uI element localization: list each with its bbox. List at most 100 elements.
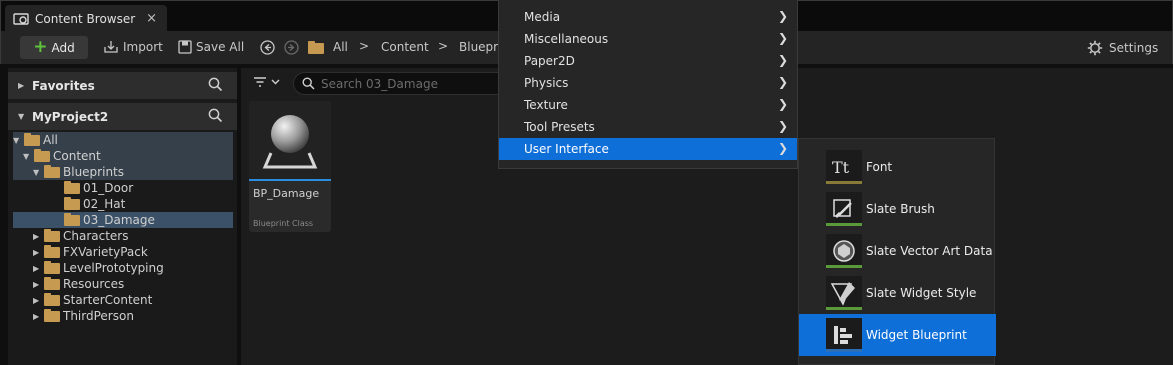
project-label: MyProject2 <box>32 109 109 124</box>
search-icon[interactable] <box>208 77 223 92</box>
folder-icon <box>44 308 60 322</box>
breadcrumb-separator-icon: > <box>438 39 449 53</box>
back-icon[interactable] <box>260 40 275 55</box>
asset-tile[interactable]: BP_Damage Blueprint Class <box>249 101 331 232</box>
folder-icon <box>64 212 80 226</box>
collapsed-arrow-icon[interactable]: ▶ <box>33 280 41 289</box>
asset-thumbnail <box>249 101 331 179</box>
menu-item-label: User Interface <box>524 142 609 156</box>
menu-item-physics[interactable]: Physics ❯ <box>499 72 797 94</box>
breadcrumb-folder-icon <box>308 41 324 54</box>
asset-search-input[interactable]: Search 03_Damage <box>293 72 513 95</box>
tree-item-label: StarterContent <box>63 293 153 307</box>
close-tab-icon[interactable]: × <box>146 11 157 26</box>
breadcrumb-separator-icon: > <box>359 39 370 53</box>
tree-item[interactable]: 01_Door <box>13 180 233 196</box>
submenu-item-label: Font <box>866 160 893 174</box>
save-icon <box>178 40 192 54</box>
asset-color-bar <box>826 307 862 310</box>
tree-item-label: All <box>43 133 58 147</box>
save-all-label: Save All <box>196 40 245 54</box>
svg-text:Tt: Tt <box>832 158 850 177</box>
open-folder-icon <box>24 132 40 146</box>
filter-icon <box>254 77 266 87</box>
import-button[interactable]: Import <box>103 40 163 54</box>
menu-item-label: Tool Presets <box>524 120 595 134</box>
folder-icon <box>44 276 60 290</box>
submenu-item-widget-blueprint[interactable]: Widget Blueprint <box>799 314 996 356</box>
tree-item[interactable]: ▼ Blueprints <box>13 164 233 180</box>
font-icon: Tt <box>826 150 862 184</box>
expanded-arrow-icon[interactable]: ▼ <box>33 168 41 177</box>
user-interface-submenu: Tt Font Slate Brush Slate Vector Art Data Sl… <box>798 138 996 365</box>
tree-item[interactable]: 02_Hat <box>13 196 233 212</box>
add-button-label: Add <box>51 40 75 55</box>
add-button[interactable]: + Add <box>20 36 88 59</box>
expanded-arrow-icon[interactable]: ▼ <box>13 136 21 145</box>
menu-item-label: Paper2D <box>524 54 575 68</box>
asset-type-bar <box>249 179 331 181</box>
collapsed-arrow-icon[interactable]: ▶ <box>33 248 41 257</box>
expanded-arrow-icon[interactable]: ▼ <box>23 152 31 161</box>
tree-item-label: Content <box>53 149 101 163</box>
collapsed-arrow-icon[interactable]: ▶ <box>33 312 41 321</box>
submenu-item-slate-brush[interactable]: Slate Brush <box>799 188 996 230</box>
tree-item[interactable]: ▶ ThirdPerson <box>13 308 233 324</box>
submenu-item-slate-vector-art-data[interactable]: Slate Vector Art Data <box>799 230 996 272</box>
tree-item-label: Characters <box>63 229 129 243</box>
save-all-button[interactable]: Save All <box>178 40 244 54</box>
tree-item-label: 01_Door <box>83 181 134 195</box>
menu-item-texture[interactable]: Texture ❯ <box>499 94 797 116</box>
menu-item-user-interface[interactable]: User Interface ❯ <box>499 138 797 160</box>
tree-item[interactable]: ▶ FXVarietyPack <box>13 244 233 260</box>
folder-icon <box>64 180 80 194</box>
widget-style-icon <box>826 276 862 310</box>
tree-item[interactable]: ▼ All <box>13 132 233 148</box>
asset-color-bar <box>826 265 862 268</box>
chevron-right-icon: ❯ <box>777 119 788 133</box>
collapsed-arrow-icon[interactable]: ▶ <box>33 264 41 273</box>
submenu-item-label: Slate Widget Style <box>866 286 977 300</box>
tree-item[interactable]: ▼ Content <box>13 148 233 164</box>
breadcrumb-content[interactable]: Content <box>381 40 429 54</box>
collapsed-arrow-icon[interactable]: ▶ <box>33 232 41 241</box>
menu-item-media[interactable]: Media ❯ <box>499 6 797 28</box>
collapsed-arrow-icon: ▶ <box>18 81 25 90</box>
tree-item[interactable]: ▶ StarterContent <box>13 292 233 308</box>
submenu-item-label: Slate Vector Art Data <box>866 244 993 258</box>
submenu-item-slate-widget-style[interactable]: Slate Widget Style <box>799 272 996 314</box>
menu-item-tool-presets[interactable]: Tool Presets ❯ <box>499 116 797 138</box>
tree-item-label: ThirdPerson <box>63 309 134 323</box>
collapsed-arrow-icon[interactable]: ▶ <box>33 296 41 305</box>
menu-item-miscellaneous[interactable]: Miscellaneous ❯ <box>499 28 797 50</box>
menu-item-paper2d[interactable]: Paper2D ❯ <box>499 50 797 72</box>
asset-color-bar <box>826 181 862 184</box>
asset-type: Blueprint Class <box>253 219 314 228</box>
submenu-item-font[interactable]: Tt Font <box>799 146 996 188</box>
search-icon[interactable] <box>208 108 223 123</box>
breadcrumb-all[interactable]: All <box>333 40 348 54</box>
tree-item[interactable]: 03_Damage <box>13 212 233 228</box>
filter-button[interactable] <box>253 76 280 88</box>
tree-item[interactable]: ▶ Resources <box>13 276 233 292</box>
tab-content-browser[interactable]: Content Browser × <box>5 5 167 32</box>
menu-item-label: Media <box>524 10 561 24</box>
tree-item[interactable]: ▶ Characters <box>13 228 233 244</box>
tree-item-label: 02_Hat <box>83 197 126 211</box>
project-header[interactable]: ▼ MyProject2 <box>8 103 237 130</box>
gear-icon <box>1087 40 1103 56</box>
chevron-right-icon: ❯ <box>777 75 788 89</box>
tree-item-label: FXVarietyPack <box>63 245 148 259</box>
search-icon <box>302 77 315 90</box>
tree-item[interactable]: ▶ LevelPrototyping <box>13 260 233 276</box>
forward-icon[interactable] <box>284 40 299 55</box>
favorites-header[interactable]: ▶ Favorites <box>8 72 237 99</box>
tree-item-label: LevelPrototyping <box>63 261 164 275</box>
import-label: Import <box>123 40 163 54</box>
open-folder-icon <box>34 148 50 162</box>
menu-item-label: Texture <box>524 98 568 112</box>
tree-item-label: Blueprints <box>63 165 125 179</box>
add-menu: Media ❯ Miscellaneous ❯ Paper2D ❯ Physics ❯ Text… <box>498 0 798 169</box>
settings-button[interactable]: Settings <box>1087 40 1158 56</box>
chevron-right-icon: ❯ <box>777 31 788 45</box>
